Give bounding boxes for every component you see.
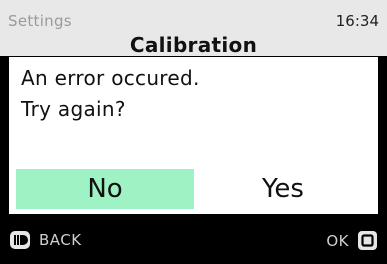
error-dialog: An error occured. Try again? No Yes [9,57,378,214]
dialog-message: An error occured. Try again? [21,63,370,125]
yes-button[interactable]: Yes [194,169,372,209]
header-bar: Settings 16:34 Calibration [0,0,387,57]
back-control[interactable]: BACK [9,230,82,250]
ok-button-icon [358,231,377,250]
ok-label: OK [326,231,349,250]
device-screen: Settings 16:34 Calibration An error occu… [0,0,387,264]
page-title: Calibration [129,33,258,57]
dialog-message-line: An error occured. [21,66,200,90]
clock: 16:34 [335,12,379,30]
ok-control[interactable]: OK [326,230,378,251]
back-label: BACK [39,231,82,249]
footer-bar: BACK OK [0,216,387,264]
no-button[interactable]: No [16,169,194,209]
back-button-icon [10,231,30,249]
breadcrumb: Settings [8,12,72,30]
dialog-message-line: Try again? [21,97,126,121]
